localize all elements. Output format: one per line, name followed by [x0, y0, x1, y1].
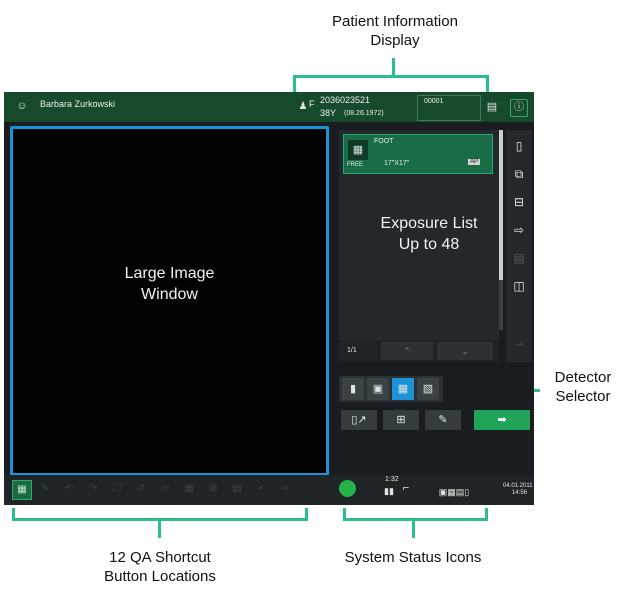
callout-qa: 12 QA Shortcut Button Locations — [60, 548, 260, 586]
exposure-size: 17"X17" — [384, 160, 410, 167]
accession-field[interactable]: 00001 — [417, 95, 481, 121]
exposure-counter: 1:32 — [385, 476, 399, 483]
edit-button[interactable]: ✎ — [425, 410, 461, 430]
page-up-button[interactable]: ⌃ — [381, 342, 433, 360]
foot-thumbnail-icon: ▦ — [348, 140, 368, 160]
expose-button[interactable]: ➡ — [474, 410, 530, 430]
grid-button[interactable]: ⊞ — [383, 410, 419, 430]
image-window-label: Large Image Window — [83, 263, 256, 305]
exposure-scrollbar-thumb[interactable] — [499, 130, 503, 280]
patient-age: 38Y — [320, 108, 337, 118]
detector-selector: ▮ ▣ ▦ ▧ — [339, 376, 443, 402]
exposure-item[interactable]: ▦ FREE FOOT 17"X17" AP — [343, 134, 493, 174]
callout-detector-line2: Selector — [555, 388, 611, 405]
info-icon[interactable]: ⓘ — [510, 99, 528, 117]
exposure-overlay-line2: Up to 48 — [398, 236, 460, 253]
network-icon: ⌐ — [402, 482, 410, 494]
qa-shortcut-12-icon[interactable]: ⇨ — [276, 480, 294, 498]
battery-icon: ▮▮ — [384, 486, 394, 496]
status-time: 14:56 — [512, 490, 528, 496]
callout-qa-line1: 12 QA Shortcut — [109, 549, 211, 566]
system-ready-indicator — [339, 480, 356, 497]
qa-shortcut-2-icon[interactable]: ✎ — [36, 480, 54, 498]
callout-patient-info-line1: Patient Information — [332, 13, 458, 30]
person-icon: ♟ — [298, 101, 308, 112]
exposure-free-label: FREE — [347, 162, 364, 168]
accession-number: 00001 — [424, 98, 444, 105]
patient-info-bracket — [293, 75, 489, 92]
status-bracket — [343, 508, 488, 521]
exposure-pager: 1/1 ⌃ ⌄ — [339, 340, 499, 362]
user-icon[interactable]: ☺ — [14, 100, 30, 112]
patient-card-icon[interactable]: ▤ — [484, 101, 500, 113]
exposure-page-indicator: 1/1 — [347, 347, 357, 354]
patient-info-connector — [392, 58, 395, 76]
qa-shortcut-9-icon[interactable]: ⊞ — [204, 480, 222, 498]
move-exposure-icon[interactable]: ⇨ — [509, 220, 529, 240]
callout-detector: Detector Selector — [540, 368, 626, 406]
patient-id: 2036023521 — [320, 95, 371, 105]
exposure-tools: ▯ ⧉ ⊟ ⇨ ▤ ◫ → — [506, 130, 532, 362]
detector-wallstand-icon[interactable]: ▮ — [342, 378, 364, 400]
disabled-tool-icon[interactable]: ▤ — [509, 248, 529, 268]
large-image-window[interactable]: Large Image Window — [10, 126, 329, 476]
exposure-overlay-line1: Exposure List — [380, 215, 478, 232]
callout-patient-info-line2: Display — [370, 32, 420, 49]
image-window-line2: Window — [141, 286, 198, 303]
page-down-button[interactable]: ⌄ — [437, 342, 493, 360]
qa-shortcut-11-icon[interactable]: ▪ — [252, 480, 270, 498]
patient-sex: F — [309, 99, 315, 109]
exposure-list[interactable]: ▦ FREE FOOT 17"X17" AP Exposure List Up … — [339, 130, 499, 362]
status-connector — [412, 520, 415, 538]
callout-detector-line1: Detector — [554, 369, 612, 386]
callout-qa-line2: Button Locations — [104, 568, 216, 585]
qa-shortcut-3-icon[interactable]: ↶ — [60, 480, 78, 498]
image-window-line1: Large Image — [124, 265, 215, 282]
detector-table-icon[interactable]: ▣ — [367, 378, 389, 400]
callout-status: System Status Icons — [344, 549, 482, 566]
callout-patient-info: Patient Information Display — [290, 12, 500, 50]
qa-shortcut-5-icon[interactable]: ⛶ — [108, 480, 126, 498]
view-mode-button[interactable]: ▯↗ — [341, 410, 377, 430]
qa-shortcut-4-icon[interactable]: ↷ — [84, 480, 102, 498]
qa-shortcut-7-icon[interactable]: ▱ — [156, 480, 174, 498]
status-date: 04.01.2011 — [503, 483, 533, 489]
detector-other-icon[interactable]: ▧ — [417, 378, 439, 400]
detector-free-icon[interactable]: ▦ — [392, 378, 414, 400]
stitch-icon[interactable]: ⊟ — [509, 192, 529, 212]
acquisition-screen: ☺ Barbara Zurkowski ♟ F 2036023521 38Y (… — [4, 92, 534, 505]
qa-shortcut-8-icon[interactable]: ▦ — [180, 480, 198, 498]
qa-connector — [158, 520, 161, 538]
exposure-list-overlay: Exposure List Up to 48 — [354, 213, 504, 255]
qa-shortcut-1-icon[interactable]: ▦ — [12, 480, 32, 500]
patient-name: Barbara Zurkowski — [40, 99, 116, 109]
disabled-arrow-icon[interactable]: → — [509, 332, 529, 352]
trash-icon[interactable]: ◫ — [509, 276, 529, 296]
duplicate-icon[interactable]: ⧉ — [509, 164, 529, 184]
patient-dob: (08.26.1972) — [344, 110, 384, 117]
exposure-item-label: FOOT — [374, 138, 394, 145]
qa-shortcut-6-icon[interactable]: ↺ — [132, 480, 150, 498]
device-status-icons: ▣▦▤▯ — [438, 487, 470, 497]
exposure-af: AP — [468, 159, 481, 165]
add-exposure-icon[interactable]: ▯ — [509, 136, 529, 156]
patient-info-bar: ☺ Barbara Zurkowski ♟ F 2036023521 38Y (… — [4, 92, 534, 122]
qa-shortcut-10-icon[interactable]: ▤ — [228, 480, 246, 498]
